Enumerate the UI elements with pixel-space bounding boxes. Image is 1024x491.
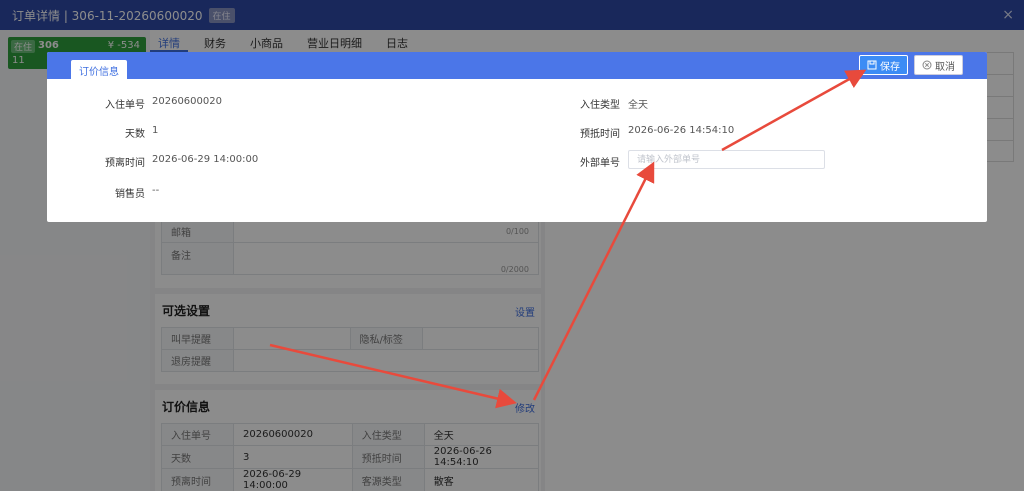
dialog-tab-price-info[interactable]: 订价信息 — [71, 60, 127, 79]
save-icon — [867, 60, 877, 70]
checkin-no-value: 20260600020 — [152, 96, 222, 107]
checkin-type-value: 全天 — [628, 100, 648, 111]
checkout-time-value: 2026-06-29 14:00:00 — [152, 154, 259, 165]
salesperson-value: -- — [152, 185, 160, 196]
price-info-dialog: 订价信息 保存 取消 入住单号 20260600020 天数 1 预离时间 20… — [47, 52, 987, 222]
save-button[interactable]: 保存 — [859, 55, 908, 75]
days-value: 1 — [152, 125, 159, 136]
cancel-icon — [922, 60, 932, 70]
external-no-input[interactable] — [628, 150, 825, 169]
checkin-type-label: 入住类型 — [580, 100, 620, 111]
dialog-header: 订价信息 保存 取消 — [47, 52, 987, 79]
external-no-label: 外部单号 — [580, 158, 620, 169]
checkout-time-label: 预离时间 — [105, 158, 145, 169]
days-label: 天数 — [125, 129, 145, 140]
cancel-button[interactable]: 取消 — [914, 55, 963, 75]
save-button-label: 保存 — [880, 61, 900, 73]
cancel-button-label: 取消 — [935, 61, 955, 73]
checkin-no-label: 入住单号 — [105, 100, 145, 111]
arrival-time-label: 预抵时间 — [580, 129, 620, 140]
arrival-time-value: 2026-06-26 14:54:10 — [628, 125, 735, 136]
salesperson-label: 销售员 — [115, 189, 145, 200]
